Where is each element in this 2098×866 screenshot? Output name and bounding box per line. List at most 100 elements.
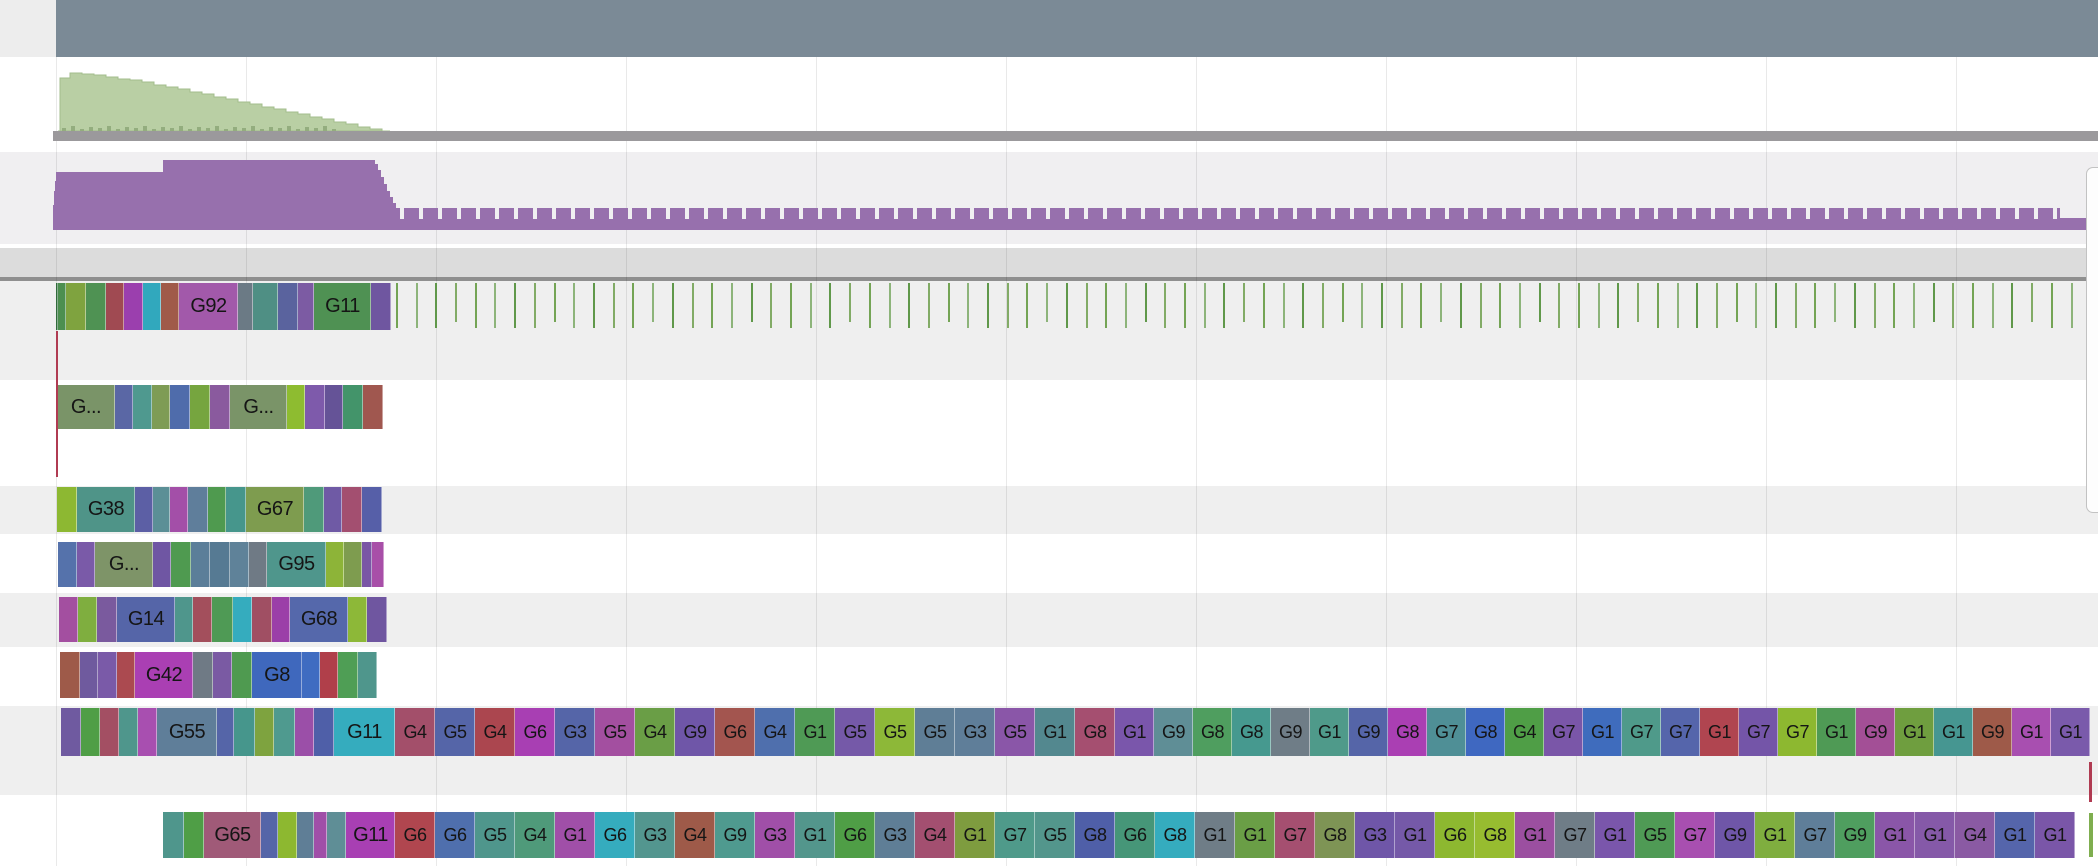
- span-segment[interactable]: [59, 597, 78, 642]
- span-segment-G3[interactable]: G3: [955, 708, 995, 756]
- event-tick[interactable]: [770, 283, 772, 328]
- vertical-scrollbar[interactable]: [2086, 167, 2098, 513]
- memory-plateau[interactable]: [56, 172, 163, 230]
- span-segment-G6[interactable]: G6: [1115, 812, 1155, 858]
- span-segment[interactable]: [152, 385, 170, 429]
- span-segment[interactable]: [58, 283, 66, 330]
- span-segment-G7[interactable]: G7: [1795, 812, 1835, 858]
- span-segment-G7[interactable]: G7: [1275, 812, 1315, 858]
- span-segment[interactable]: [133, 385, 152, 429]
- event-tick[interactable]: [396, 283, 398, 328]
- event-tick[interactable]: [2051, 283, 2053, 328]
- span-segment[interactable]: [226, 487, 246, 532]
- span-segment[interactable]: [161, 283, 179, 330]
- event-tick[interactable]: [1499, 283, 1501, 328]
- span-segment-G1[interactable]: G1: [1934, 708, 1973, 756]
- event-tick[interactable]: [1578, 283, 1580, 328]
- span-segment-G5[interactable]: G5: [595, 708, 635, 756]
- span-segment-G1[interactable]: G1: [795, 708, 835, 756]
- event-tick[interactable]: [613, 283, 615, 328]
- event-tick[interactable]: [1854, 283, 1856, 328]
- span-segment-G11[interactable]: G11: [334, 708, 395, 756]
- span-segment-G8[interactable]: G8: [1388, 708, 1427, 756]
- event-tick[interactable]: [1893, 283, 1895, 328]
- event-tick[interactable]: [1243, 283, 1245, 322]
- event-tick[interactable]: [455, 283, 457, 322]
- span-segment[interactable]: [81, 708, 100, 756]
- span-segment-G4[interactable]: G4: [395, 708, 435, 756]
- span-segment[interactable]: [119, 708, 138, 756]
- event-tick[interactable]: [672, 283, 674, 328]
- event-tick[interactable]: [928, 283, 930, 328]
- span-segment[interactable]: [348, 597, 367, 642]
- span-segment[interactable]: [97, 597, 117, 642]
- event-tick[interactable]: [1204, 283, 1206, 328]
- span-segment[interactable]: [295, 708, 314, 756]
- span-segment-G11[interactable]: G11: [314, 283, 371, 330]
- span-segment[interactable]: [153, 487, 170, 532]
- event-tick[interactable]: [514, 283, 516, 328]
- span-segment[interactable]: [175, 597, 193, 642]
- event-tick[interactable]: [790, 283, 792, 328]
- span-segment-G1[interactable]: G1: [1235, 812, 1275, 858]
- span-segment[interactable]: [325, 385, 343, 429]
- span-segment-G1[interactable]: G1: [1755, 812, 1795, 858]
- span-segment[interactable]: [213, 652, 232, 698]
- span-segment-G95[interactable]: G95: [267, 542, 326, 587]
- span-segment-G6[interactable]: G6: [435, 812, 475, 858]
- span-segment-G1[interactable]: G1: [955, 812, 995, 858]
- span-segment-G1[interactable]: G1: [1515, 812, 1555, 858]
- span-segment[interactable]: [326, 542, 344, 587]
- span-segment-G9[interactable]: G9: [715, 812, 755, 858]
- span-segment-G1[interactable]: G1: [1700, 708, 1739, 756]
- event-tick[interactable]: [711, 283, 713, 328]
- span-segment-G1[interactable]: G1: [1583, 708, 1622, 756]
- span-segment[interactable]: [80, 652, 98, 698]
- event-tick[interactable]: [1637, 283, 1639, 322]
- memory-plateau[interactable]: [163, 160, 375, 230]
- span-segment-G11[interactable]: G11: [346, 812, 395, 858]
- span-segment[interactable]: [344, 542, 362, 587]
- span-segment-G3[interactable]: G3: [635, 812, 675, 858]
- span-segment[interactable]: [86, 283, 106, 330]
- span-segment-G67[interactable]: G67: [246, 487, 304, 532]
- span-segment[interactable]: [212, 597, 233, 642]
- event-tick[interactable]: [1539, 283, 1541, 322]
- span-segment[interactable]: [327, 812, 346, 858]
- span-segment[interactable]: [77, 542, 95, 587]
- span-segment[interactable]: [98, 652, 117, 698]
- span-segment-G1[interactable]: G1: [1875, 812, 1915, 858]
- span-segment[interactable]: [58, 542, 77, 587]
- span-segment-G9[interactable]: G9: [1271, 708, 1310, 756]
- event-tick[interactable]: [1223, 283, 1225, 328]
- span-segment[interactable]: [57, 487, 77, 532]
- span-segment-G6[interactable]: G6: [395, 812, 435, 858]
- event-tick[interactable]: [1716, 283, 1718, 328]
- span-segment[interactable]: [163, 812, 184, 858]
- span-segment[interactable]: [362, 542, 372, 587]
- span-segment-G3[interactable]: G3: [755, 812, 795, 858]
- span-segment-G1[interactable]: G1: [1595, 812, 1635, 858]
- span-segment-G6[interactable]: G6: [835, 812, 875, 858]
- span-segment[interactable]: [210, 542, 230, 587]
- event-tick[interactable]: [1066, 283, 1068, 328]
- event-tick[interactable]: [1677, 283, 1679, 328]
- span-segment-G3[interactable]: G3: [1355, 812, 1395, 858]
- span-segment-G1[interactable]: G1: [1895, 708, 1934, 756]
- span-segment-G1[interactable]: G1: [1395, 812, 1435, 858]
- span-segment-G1[interactable]: G1: [1035, 708, 1075, 756]
- event-tick[interactable]: [1086, 283, 1088, 328]
- span-segment[interactable]: [367, 597, 387, 642]
- event-tick[interactable]: [1696, 283, 1698, 328]
- event-tick[interactable]: [1184, 283, 1186, 328]
- span-segment[interactable]: [190, 385, 210, 429]
- span-segment[interactable]: [338, 652, 358, 698]
- span-segment-G55[interactable]: G55: [157, 708, 217, 756]
- event-tick[interactable]: [1302, 283, 1304, 328]
- event-tick[interactable]: [1480, 283, 1482, 328]
- span-segment-G1[interactable]: G1: [2035, 812, 2075, 858]
- span-segment-G8[interactable]: G8: [1475, 812, 1515, 858]
- event-tick[interactable]: [1046, 283, 1048, 322]
- event-tick[interactable]: [829, 283, 831, 328]
- event-tick[interactable]: [908, 283, 910, 328]
